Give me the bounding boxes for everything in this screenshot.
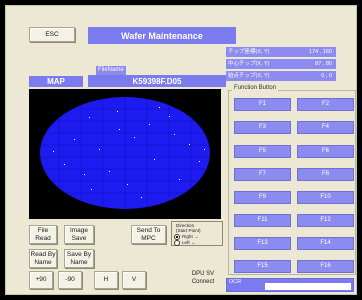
function-button-group-title: Function Button [232,85,279,91]
esc-button[interactable]: ESC [29,27,75,42]
direction-group: Direction (Start Point) Right → Left ← [171,221,223,246]
page-title: Wafer Maintenance [88,27,236,44]
save-by-name-button[interactable]: Save By Name [64,249,94,268]
f5-button[interactable]: F5 [234,145,291,158]
f14-button[interactable]: F14 [297,237,354,250]
f8-button[interactable]: F8 [297,168,354,181]
ocr-field: OCR [226,278,354,292]
f3-button[interactable]: F3 [234,121,291,134]
f1-button[interactable]: F1 [234,98,291,111]
direction-right-label: Right → [182,233,199,239]
rotate-plus90-button[interactable]: +90 [29,271,53,289]
chip-coordinate-value: 174 , 160 [309,49,332,55]
wafer-map-canvas[interactable] [29,89,221,219]
f13-button[interactable]: F13 [234,237,291,250]
radio-selected-icon[interactable] [174,233,180,240]
direction-left-option[interactable]: Left ← [174,239,220,246]
ocr-value-box [265,283,351,290]
send-to-mpc-button[interactable]: Send To MPC [131,225,166,244]
direction-left-label: Left ← [182,239,196,245]
flip-vertical-button[interactable]: V [122,271,146,289]
radio-unselected-icon[interactable] [174,239,180,246]
start-chip-row: 始点チップ(X, Y) 0 , 0 [226,71,336,81]
f4-button[interactable]: F4 [297,121,354,134]
center-chip-label: 中心チップ(X, Y) [228,61,270,67]
ocr-label: OCR [229,279,242,285]
f10-button[interactable]: F10 [297,191,354,204]
start-chip-value: 0 , 0 [321,73,332,79]
f2-button[interactable]: F2 [297,98,354,111]
chip-coordinate-row: チップ座標(X, Y) 174 , 160 [226,47,336,57]
chip-coordinate-label: チップ座標(X, Y) [228,49,270,55]
filename-caption: FileName [96,66,126,75]
center-chip-value: 87 , 80 [315,61,332,67]
start-chip-label: 始点チップ(X, Y) [228,73,270,79]
map-label: MAP [29,76,83,87]
direction-label: Direction (Start Point) [176,223,201,234]
center-chip-row: 中心チップ(X, Y) 87 , 80 [226,59,336,69]
rotate-minus90-button[interactable]: -90 [58,271,82,289]
flip-horizontal-button[interactable]: H [94,271,118,289]
filename-display: K59398F.D05 [88,75,226,87]
f15-button[interactable]: F15 [234,260,291,273]
read-by-name-button[interactable]: Read By Name [29,249,57,268]
f6-button[interactable]: F6 [297,145,354,158]
f11-button[interactable]: F11 [234,214,291,227]
image-save-button[interactable]: Image Save [64,225,94,244]
f12-button[interactable]: F12 [297,214,354,227]
f16-button[interactable]: F16 [297,260,354,273]
f9-button[interactable]: F9 [234,191,291,204]
dpu-sv-connect-label: DPU SV Connect [191,271,215,285]
f7-button[interactable]: F7 [234,168,291,181]
file-read-button[interactable]: File Read [29,225,57,244]
wafer-map-graphic [40,97,210,209]
